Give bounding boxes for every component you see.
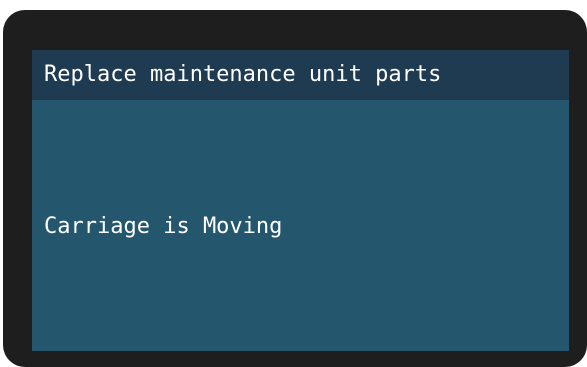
device-bezel: Replace maintenance unit parts Carriage … bbox=[3, 10, 587, 367]
status-message: Carriage is Moving bbox=[44, 214, 283, 239]
title-bar: Replace maintenance unit parts bbox=[32, 50, 569, 100]
lcd-screen: Replace maintenance unit parts Carriage … bbox=[32, 50, 569, 351]
screen-title: Replace maintenance unit parts bbox=[44, 62, 442, 87]
